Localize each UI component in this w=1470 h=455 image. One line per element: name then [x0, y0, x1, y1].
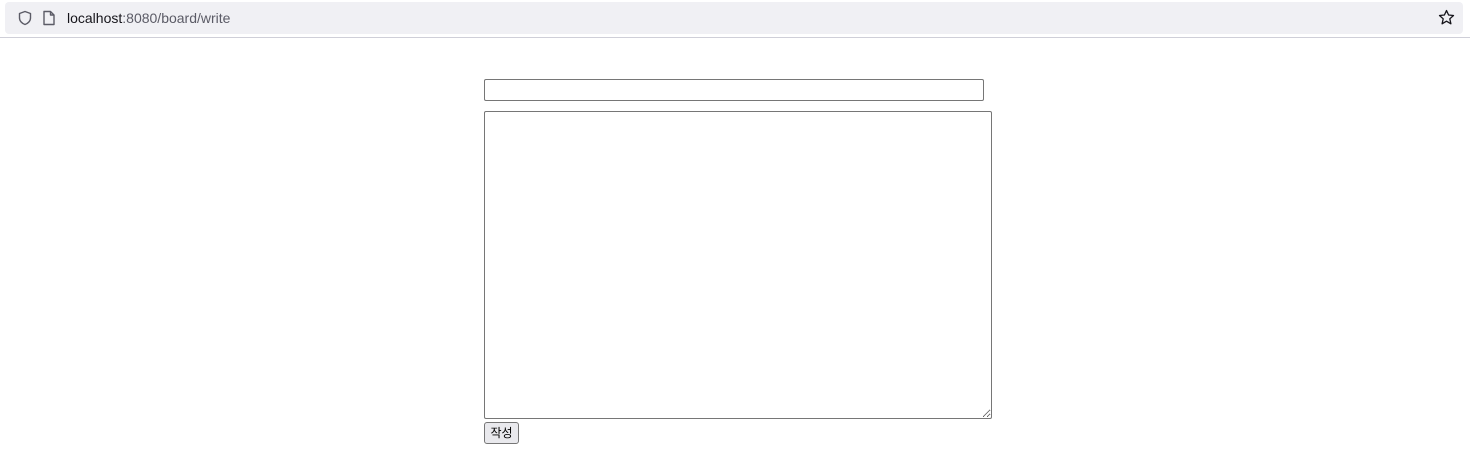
page-icon: [43, 10, 55, 26]
url-host: localhost: [67, 10, 123, 26]
browser-toolbar: localhost:8080/board/write: [0, 0, 1470, 38]
submit-button[interactable]: 작성: [484, 422, 519, 444]
url-text[interactable]: localhost:8080/board/write: [67, 10, 230, 27]
url-path: :8080/board/write: [122, 10, 231, 26]
shield-icon[interactable]: [17, 10, 33, 26]
star-icon[interactable]: [1438, 9, 1455, 26]
address-bar[interactable]: localhost:8080/board/write: [5, 2, 1463, 34]
page-content: 작성: [0, 39, 1470, 455]
content-textarea[interactable]: [484, 111, 992, 419]
title-input[interactable]: [484, 79, 984, 101]
